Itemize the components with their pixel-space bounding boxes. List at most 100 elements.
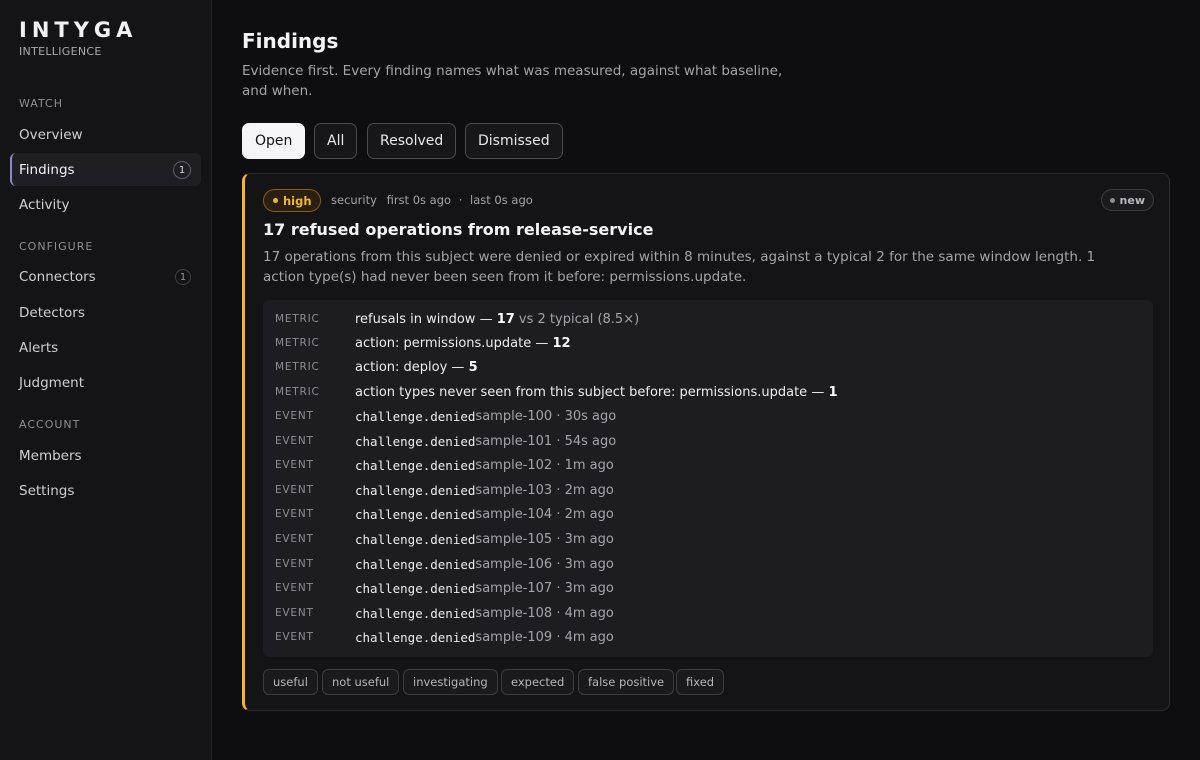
event-row: EVENT challenge.denied sample-105 · 3m a… [275, 529, 614, 549]
event-row: EVENT challenge.denied sample-106 · 3m a… [275, 554, 614, 574]
event-name: challenge.denied [355, 457, 476, 473]
meta-separator: · [458, 193, 463, 207]
judgment-false-positive-button[interactable]: false positive [578, 669, 675, 695]
sidebar-item-label: Overview [19, 126, 83, 143]
sidebar-item-activity[interactable]: Activity [10, 188, 201, 221]
finding-title: 17 refused operations from release-servi… [263, 220, 654, 239]
evidence-kind: METRIC [275, 386, 320, 398]
event-name: challenge.denied [355, 580, 476, 596]
metric-value: 17 [496, 311, 515, 327]
event-row: EVENT challenge.denied sample-102 · 1m a… [275, 455, 614, 475]
metric-text: action: deploy — [355, 359, 469, 375]
evidence-row: METRIC action: deploy — 5 [275, 357, 478, 377]
event-row: EVENT challenge.denied sample-104 · 2m a… [275, 504, 614, 524]
evidence-kind: EVENT [275, 631, 314, 643]
brand-name: INTYGA [19, 18, 138, 42]
judgment-fixed-button[interactable]: fixed [676, 669, 725, 695]
event-name: challenge.denied [355, 531, 476, 547]
brand-subtitle: INTELLIGENCE [19, 45, 102, 58]
judgment-useful-button[interactable]: useful [263, 669, 318, 695]
findings-count-badge: 1 [173, 161, 191, 179]
judgment-not-useful-button[interactable]: not useful [322, 669, 400, 695]
finding-category: security [331, 193, 377, 207]
sidebar-item-label: Members [19, 447, 82, 464]
event-detail: sample-107 · 3m ago [475, 580, 614, 596]
event-detail: sample-103 · 2m ago [475, 482, 614, 498]
metric-value: 12 [552, 335, 571, 351]
filter-all-button[interactable]: All [314, 123, 358, 159]
evidence-kind: EVENT [275, 410, 314, 422]
metric-extra: vs 2 typical (8.5×) [514, 311, 640, 327]
event-name: challenge.denied [355, 482, 476, 498]
event-row: EVENT challenge.denied sample-107 · 3m a… [275, 578, 614, 598]
event-detail: sample-101 · 54s ago [475, 433, 617, 449]
event-detail: sample-105 · 3m ago [475, 531, 614, 547]
event-name: challenge.denied [355, 629, 476, 645]
sidebar-item-label: Detectors [19, 304, 85, 321]
metric-text: action types never seen from this subjec… [355, 384, 829, 400]
evidence-kind: EVENT [275, 508, 314, 520]
event-row: EVENT challenge.denied sample-108 · 4m a… [275, 603, 614, 623]
sidebar-item-label: Activity [19, 196, 70, 213]
status-label: new [1119, 193, 1145, 207]
evidence-kind: EVENT [275, 435, 314, 447]
sidebar-item-alerts[interactable]: Alerts [10, 331, 201, 364]
evidence-kind: EVENT [275, 582, 314, 594]
metric-text: refusals in window — [355, 311, 497, 327]
event-row: EVENT challenge.denied sample-100 · 30s … [275, 406, 616, 426]
status-badge: new [1100, 189, 1154, 211]
event-name: challenge.denied [355, 506, 476, 522]
sidebar-item-label: Settings [19, 482, 75, 499]
sidebar-item-members[interactable]: Members [10, 439, 201, 472]
event-detail: sample-106 · 3m ago [475, 556, 614, 572]
event-detail: sample-109 · 4m ago [475, 629, 614, 645]
event-detail: sample-100 · 30s ago [475, 408, 617, 424]
judgment-investigating-button[interactable]: investigating [403, 669, 498, 695]
evidence-kind: METRIC [275, 313, 320, 325]
evidence-text: action: deploy — 5 [355, 360, 478, 375]
sidebar-item-label: Alerts [19, 339, 59, 356]
evidence-kind: EVENT [275, 533, 314, 545]
page-subtitle: Evidence first. Every finding names what… [242, 63, 783, 99]
finding-description: 17 operations from this subject were den… [263, 249, 1096, 285]
event-name: challenge.denied [355, 556, 476, 572]
sidebar-item-connectors[interactable]: Connectors 1 [10, 260, 201, 293]
evidence-row: METRIC action: permissions.update — 12 [275, 333, 571, 353]
metric-text: action: permissions.update — [355, 335, 553, 351]
event-detail: sample-102 · 1m ago [475, 457, 614, 473]
page-title: Findings [242, 29, 339, 53]
sidebar-item-findings[interactable]: Findings 1 [10, 153, 201, 186]
nav-section-account: ACCOUNT [19, 418, 81, 431]
evidence-text: action types never seen from this subjec… [355, 385, 838, 400]
finding-meta: security first 0s ago · last 0s ago [331, 193, 533, 207]
connectors-count-badge: 1 [175, 269, 191, 285]
nav-section-watch: WATCH [19, 97, 63, 110]
sidebar-item-label: Findings [19, 161, 75, 178]
brand: INTYGA INTELLIGENCE [19, 19, 137, 58]
event-detail: sample-104 · 2m ago [475, 506, 614, 522]
finding-first-seen: first 0s ago [386, 193, 452, 207]
filter-dismissed-button[interactable]: Dismissed [465, 123, 563, 159]
filter-open-button[interactable]: Open [242, 123, 306, 159]
evidence-kind: EVENT [275, 558, 314, 570]
evidence-kind: METRIC [275, 337, 320, 349]
severity-label: high [283, 193, 312, 208]
sidebar-item-label: Judgment [19, 374, 84, 391]
sidebar-item-judgment[interactable]: Judgment [10, 366, 201, 399]
evidence-text: action: permissions.update — 12 [355, 336, 571, 351]
evidence-row: METRIC refusals in window — 17 vs 2 typi… [275, 309, 639, 329]
evidence-kind: EVENT [275, 459, 314, 471]
event-name: challenge.denied [355, 605, 476, 621]
sidebar-item-settings[interactable]: Settings [10, 474, 201, 507]
event-detail: sample-108 · 4m ago [475, 605, 614, 621]
status-dot-icon [1109, 197, 1115, 203]
judgment-expected-button[interactable]: expected [501, 669, 575, 695]
filter-resolved-button[interactable]: Resolved [367, 123, 457, 159]
event-name: challenge.denied [355, 433, 476, 449]
sidebar: INTYGA INTELLIGENCE WATCH Overview Findi… [0, 0, 212, 760]
evidence-row: METRIC action types never seen from this… [275, 382, 838, 402]
sidebar-item-overview[interactable]: Overview [10, 118, 201, 151]
sidebar-item-detectors[interactable]: Detectors [10, 296, 201, 329]
finding-card: high security first 0s ago · last 0s ago… [242, 173, 1170, 711]
evidence-kind: EVENT [275, 484, 314, 496]
